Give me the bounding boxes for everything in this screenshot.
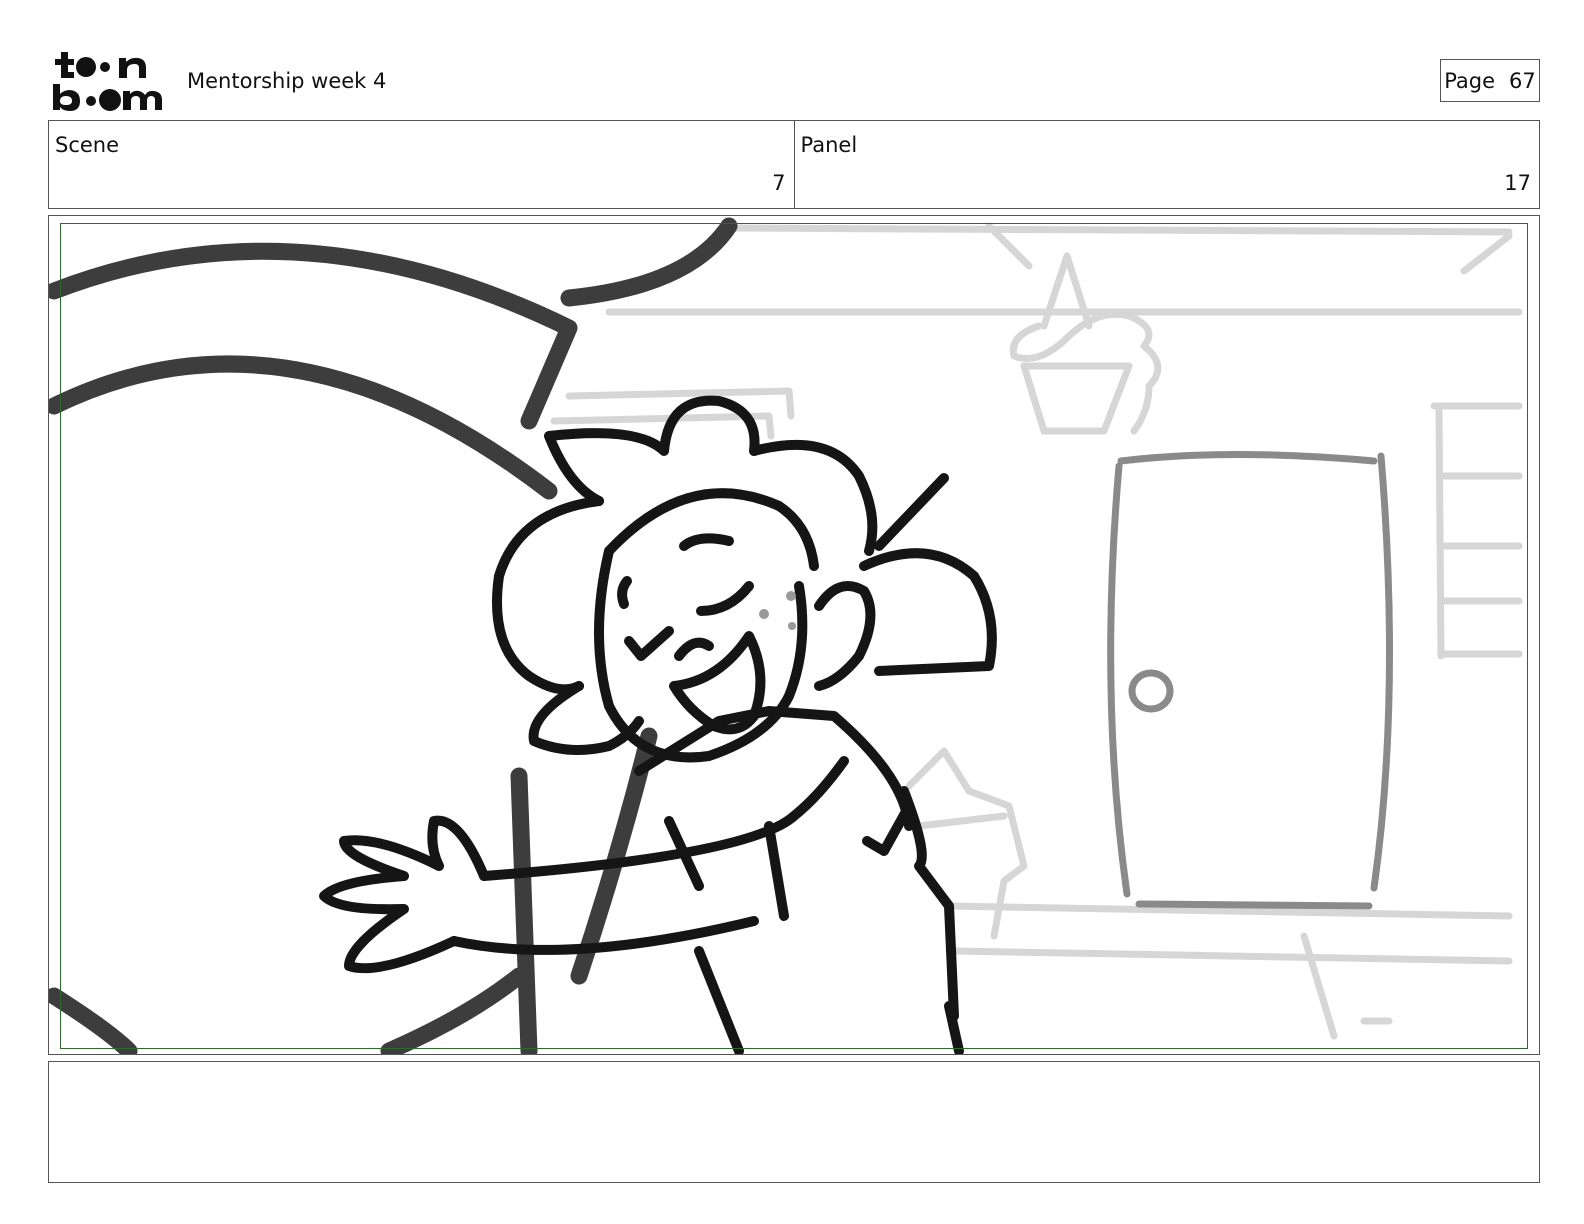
page-indicator: Page 67	[1440, 59, 1540, 102]
scene-label: Scene	[55, 133, 120, 157]
scene-value: 7	[772, 171, 786, 195]
panel-value: 17	[1504, 171, 1531, 195]
door-sketch	[1107, 451, 1394, 910]
panel-cell: Panel 17	[793, 121, 1540, 208]
scene-cell: Scene 7	[49, 121, 794, 208]
storyboard-frame	[48, 215, 1540, 1055]
storyboard-drawing	[49, 217, 1523, 1054]
scene-panel-info: Scene 7 Panel 17	[48, 120, 1540, 209]
freckles	[759, 591, 796, 630]
project-title: Mentorship week 4	[187, 69, 387, 93]
background-sketch	[550, 222, 1523, 1040]
page-label: Page	[1444, 68, 1496, 93]
page-number: 67	[1509, 68, 1536, 93]
toonboom-logo	[53, 52, 162, 111]
character-sketch	[319, 395, 997, 1054]
panel-label: Panel	[800, 133, 858, 157]
notes-box[interactable]	[48, 1061, 1540, 1183]
